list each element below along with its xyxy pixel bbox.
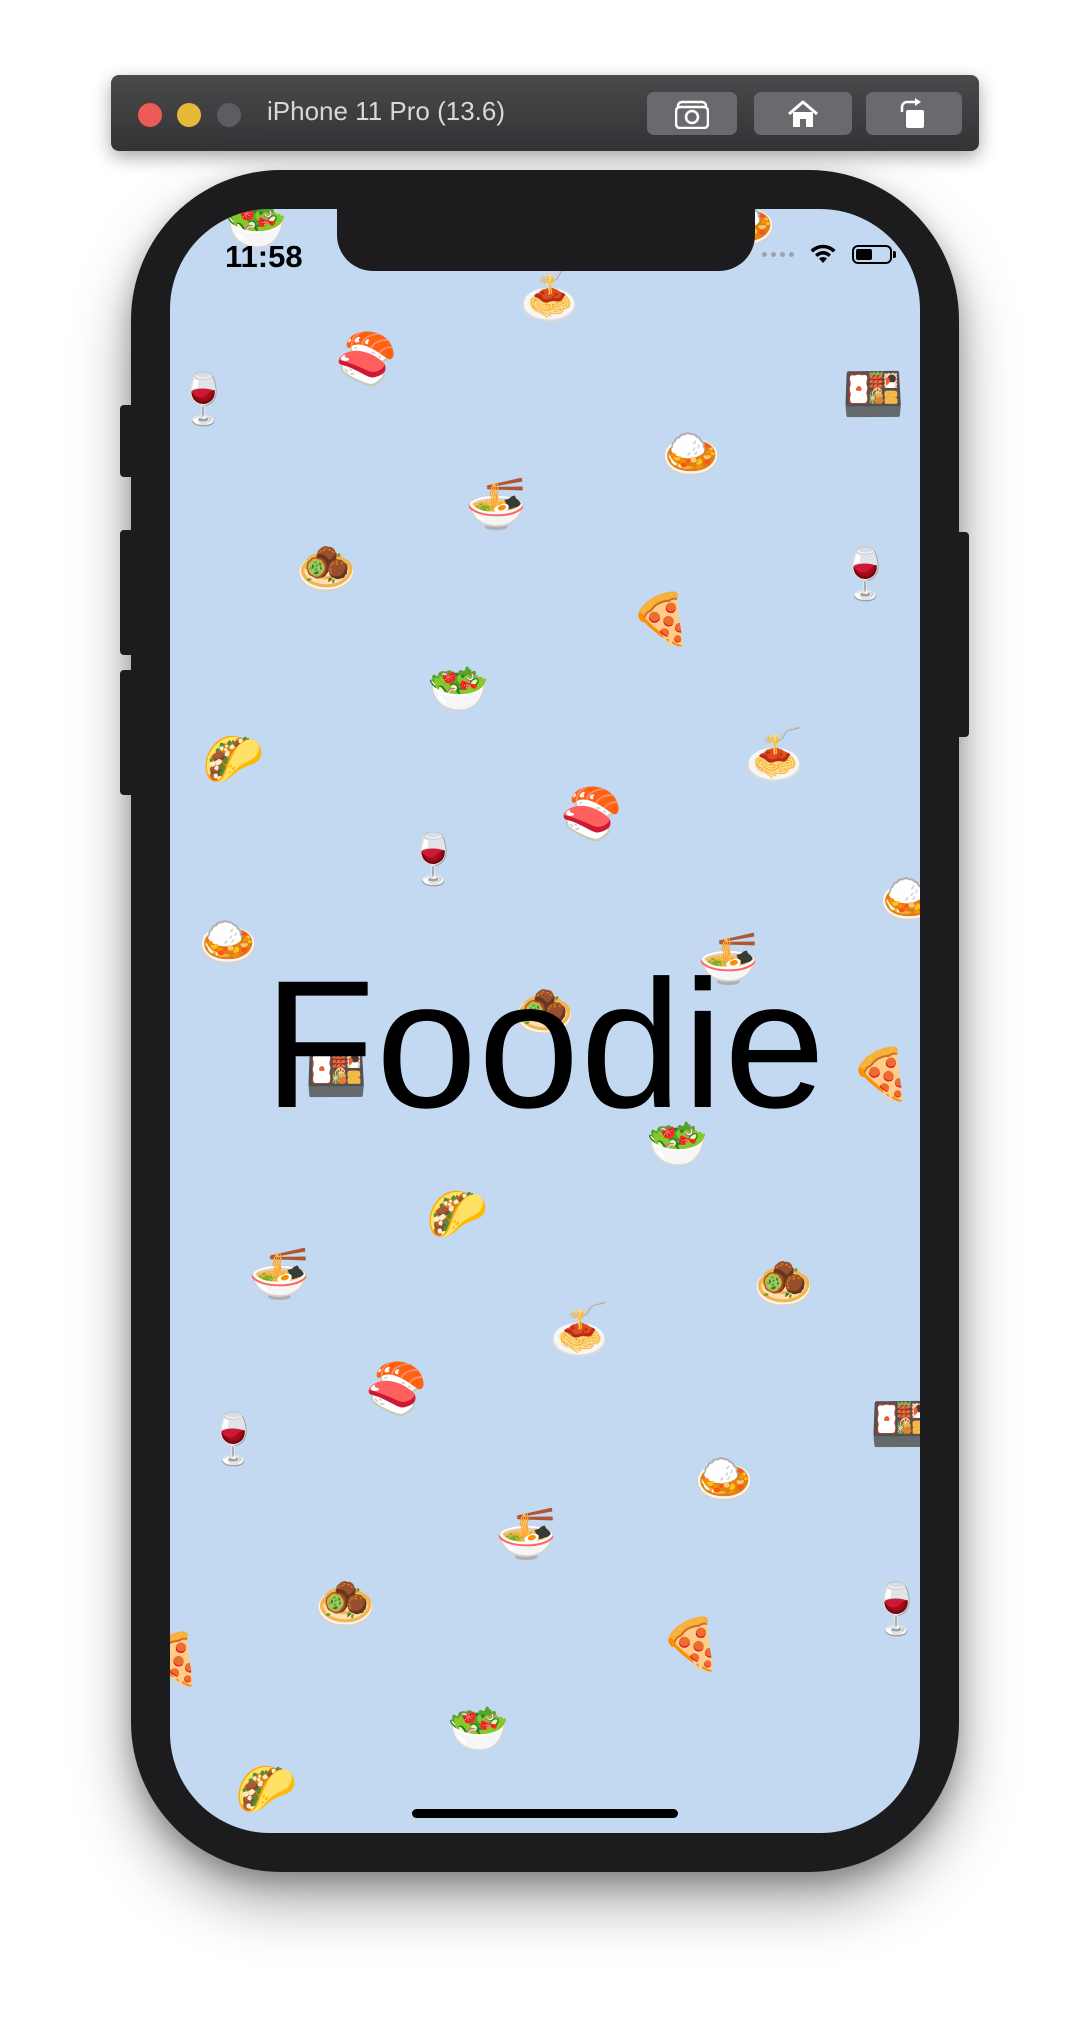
status-icons <box>762 243 896 265</box>
camera-icon <box>675 100 709 129</box>
home-icon <box>788 100 818 127</box>
food-emoji-icon: 🍕 <box>660 1615 723 1673</box>
food-emoji-icon: 🍷 <box>865 1580 920 1638</box>
simulator-title: iPhone 11 Pro (13.6) <box>267 96 505 126</box>
wifi-icon <box>810 244 836 263</box>
food-emoji-icon: 🍷 <box>834 545 897 603</box>
food-emoji-icon: 🧆 <box>295 540 358 598</box>
device-notch <box>337 209 755 271</box>
food-emoji-icon: 🌮 <box>235 1760 298 1818</box>
rotate-button[interactable] <box>866 92 962 135</box>
app-title: Foodie <box>263 942 827 1146</box>
simulator-toolbar: iPhone 11 Pro (13.6) <box>111 75 979 151</box>
food-emoji-icon: 🍛 <box>693 1450 756 1508</box>
screenshot-button[interactable] <box>647 92 737 135</box>
food-emoji-icon: 🍣 <box>560 785 623 843</box>
food-emoji-icon: 🍝 <box>548 1300 611 1358</box>
food-emoji-icon: 🍱 <box>870 1395 920 1453</box>
food-emoji-icon: 🧆 <box>752 1255 815 1313</box>
food-emoji-icon: 🌮 <box>202 730 265 788</box>
food-emoji-icon: 🧆 <box>314 1575 377 1633</box>
food-emoji-icon: 🍱 <box>842 365 905 423</box>
food-emoji-icon: 🍕 <box>170 1630 203 1688</box>
food-emoji-icon: 🥗 <box>427 660 490 718</box>
home-indicator[interactable] <box>412 1809 678 1818</box>
food-emoji-icon: 🍛 <box>878 870 920 928</box>
food-emoji-icon: 🥗 <box>447 1700 510 1758</box>
rotate-icon <box>900 97 924 128</box>
food-emoji-icon: 🌮 <box>426 1185 489 1243</box>
minimize-window-button[interactable] <box>177 103 201 127</box>
battery-level <box>856 248 872 260</box>
battery-icon <box>852 244 896 264</box>
food-emoji-icon: 🍜 <box>248 1245 311 1303</box>
food-emoji-icon: 🍜 <box>495 1505 558 1563</box>
cellular-signal-icon <box>762 251 794 257</box>
power-button[interactable] <box>955 532 969 737</box>
app-screen[interactable]: 11:58 🥗 🍝 🍣 🍷 🍱 🍛 🍜 🧆 🍷 🍕 🥗 🌮 🍝 🍣 🍷 🍛 🍛 🍜 🧆 🍕 🍱 🥗 🌮 🍜 🧆 🍝 🍣 🍷 🍱 🍛 🍜 🧆 🍷 🍕… <box>170 209 920 1833</box>
food-emoji-icon: 🍝 <box>518 265 581 323</box>
food-emoji-icon: 🍷 <box>402 830 465 888</box>
food-emoji-icon: 🍛 <box>660 425 723 483</box>
close-window-button[interactable] <box>138 103 162 127</box>
mute-switch[interactable] <box>120 405 134 477</box>
food-emoji-icon: 🍜 <box>465 475 528 533</box>
status-time: 11:58 <box>225 239 303 274</box>
home-button[interactable] <box>754 92 852 135</box>
simulator-stage: iPhone 11 Pro (13.6) 11:58 🥗 🍝 🍣 🍷 🍱 🍛 🍜… <box>0 0 1090 2022</box>
food-emoji-icon: 🍣 <box>365 1360 428 1418</box>
food-emoji-icon: 🍷 <box>202 1410 265 1468</box>
food-emoji-icon: 🍷 <box>172 370 235 428</box>
volume-up-button[interactable] <box>120 530 134 655</box>
food-emoji-icon: 🍕 <box>630 590 693 648</box>
food-emoji-icon: 🍝 <box>743 725 806 783</box>
zoom-window-button[interactable] <box>217 103 241 127</box>
volume-down-button[interactable] <box>120 670 134 795</box>
food-emoji-icon: 🍣 <box>335 330 398 388</box>
